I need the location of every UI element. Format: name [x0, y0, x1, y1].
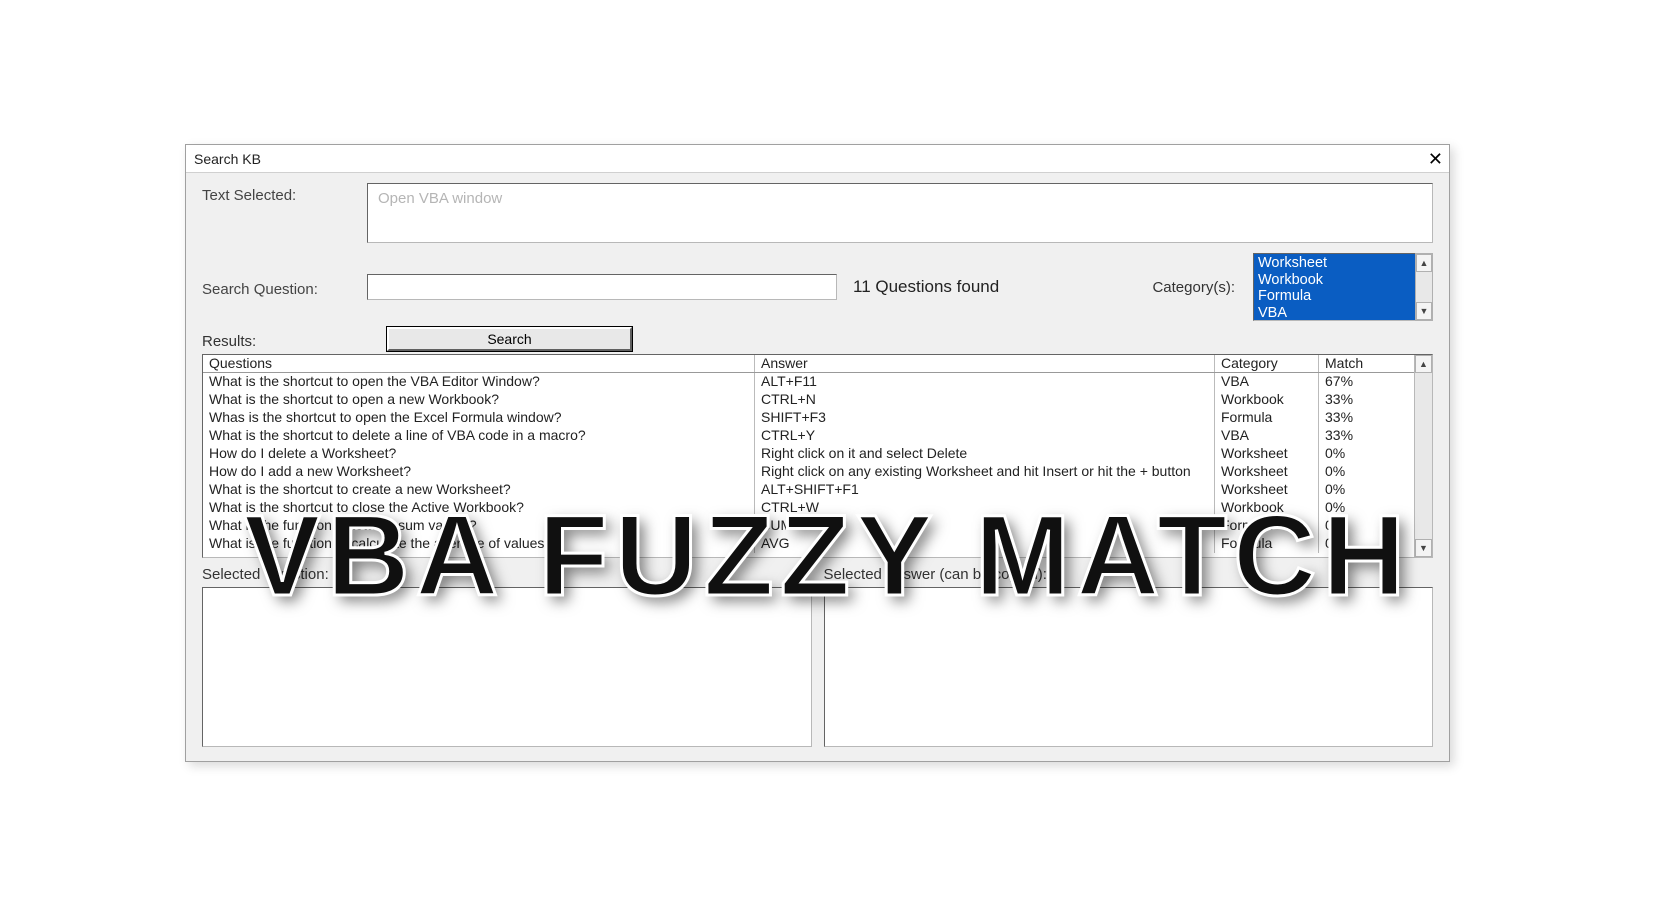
table-row[interactable]: What is the shortcut to open a new Workb… [203, 391, 1432, 409]
cell-m: 67% [1319, 373, 1397, 391]
cell-m: 0% [1319, 499, 1397, 517]
col-header-match[interactable]: Match [1319, 355, 1397, 372]
cell-q: What is the shortcut to open a new Workb… [203, 391, 755, 409]
cell-a: CTRL+Y [755, 427, 1215, 445]
grid-body: What is the shortcut to open the VBA Edi… [203, 373, 1432, 553]
cell-c: Formula [1215, 409, 1319, 427]
cell-a: Right click on it and select Delete [755, 445, 1215, 463]
col-header-category[interactable]: Category [1215, 355, 1319, 372]
cell-c: Worksheet [1215, 463, 1319, 481]
category-scrollbar[interactable]: ▲ ▼ [1415, 253, 1433, 321]
table-row[interactable]: What is the function to calculate the av… [203, 535, 1432, 553]
cell-c: Worksheet [1215, 481, 1319, 499]
selected-answer-label: Selected Answer (can be copied): [824, 566, 1434, 583]
cell-q: What is the shortcut to create a new Wor… [203, 481, 755, 499]
cell-q: How do I delete a Worksheet? [203, 445, 755, 463]
cell-q: Whas is the shortcut to open the Excel F… [203, 409, 755, 427]
cell-c: Workbook [1215, 499, 1319, 517]
search-button[interactable]: Search [387, 327, 632, 351]
scroll-up-icon[interactable]: ▲ [1416, 254, 1432, 272]
cell-c: Formula [1215, 517, 1319, 535]
cell-a: SHIFT+F3 [755, 409, 1215, 427]
dialog-title: Search KB [194, 151, 261, 167]
cell-m: 0% [1319, 463, 1397, 481]
cell-m: 33% [1319, 391, 1397, 409]
cell-c: Formula [1215, 535, 1319, 553]
text-selected-label: Text Selected: [202, 183, 367, 204]
cell-a: AVG [755, 535, 1215, 553]
search-question-input[interactable] [367, 274, 837, 300]
category-listbox[interactable]: Worksheet Workbook Formula VBA [1253, 253, 1433, 321]
scroll-down-icon[interactable]: ▼ [1415, 539, 1432, 557]
col-header-questions[interactable]: Questions [203, 355, 755, 372]
cell-q: What is the function to calculate the av… [203, 535, 755, 553]
cell-m: 33% [1319, 409, 1397, 427]
cell-m: 0% [1319, 481, 1397, 499]
selected-question-label: Selected Question: [202, 566, 812, 583]
text-selected-value: Open VBA window [378, 190, 502, 207]
titlebar: Search KB ✕ [186, 145, 1449, 173]
dialog-content: Text Selected: Open VBA window Search Qu… [186, 173, 1449, 759]
cell-q: What is the shortcut to open the VBA Edi… [203, 373, 755, 391]
scroll-up-icon[interactable]: ▲ [1415, 355, 1432, 373]
table-row[interactable]: How do I add a new Worksheet?Right click… [203, 463, 1432, 481]
grid-scrollbar[interactable]: ▲ ▼ [1414, 355, 1432, 557]
cell-c: Worksheet [1215, 445, 1319, 463]
category-option-vba[interactable]: VBA [1258, 305, 1432, 322]
table-row[interactable]: What is the function to total or sum val… [203, 517, 1432, 535]
cell-m: 0% [1319, 445, 1397, 463]
cell-a: ALT+SHIFT+F1 [755, 481, 1215, 499]
category-list-wrap: Worksheet Workbook Formula VBA ▲ ▼ [1253, 253, 1433, 321]
cell-a: CTRL+W [755, 499, 1215, 517]
category-option-formula[interactable]: Formula [1258, 288, 1432, 305]
results-grid[interactable]: Questions Answer Category Match What is … [202, 354, 1433, 558]
selected-question-box[interactable] [202, 587, 812, 747]
cell-m: 0% [1319, 517, 1397, 535]
questions-found-label: 11 Questions found [853, 277, 999, 297]
selected-answer-box[interactable] [824, 587, 1434, 747]
category-option-workbook[interactable]: Workbook [1258, 272, 1432, 289]
category-option-worksheet[interactable]: Worksheet [1258, 255, 1432, 272]
text-selected-box[interactable]: Open VBA window [367, 183, 1433, 243]
cell-m: 0% [1319, 535, 1397, 553]
close-icon[interactable]: ✕ [1428, 150, 1443, 168]
cell-q: What is the shortcut to close the Active… [203, 499, 755, 517]
search-kb-dialog: Search KB ✕ Text Selected: Open VBA wind… [185, 144, 1450, 762]
table-row[interactable]: How do I delete a Worksheet?Right click … [203, 445, 1432, 463]
cell-m: 33% [1319, 427, 1397, 445]
cell-q: What is the function to total or sum val… [203, 517, 755, 535]
cell-a: SUM [755, 517, 1215, 535]
cell-q: How do I add a new Worksheet? [203, 463, 755, 481]
col-header-answer[interactable]: Answer [755, 355, 1215, 372]
cell-q: What is the shortcut to delete a line of… [203, 427, 755, 445]
table-row[interactable]: Whas is the shortcut to open the Excel F… [203, 409, 1432, 427]
cell-c: VBA [1215, 427, 1319, 445]
table-row[interactable]: What is the shortcut to close the Active… [203, 499, 1432, 517]
cell-c: VBA [1215, 373, 1319, 391]
table-row[interactable]: What is the shortcut to open the VBA Edi… [203, 373, 1432, 391]
cell-a: ALT+F11 [755, 373, 1215, 391]
category-label: Category(s): [1152, 279, 1235, 296]
scroll-down-icon[interactable]: ▼ [1416, 302, 1432, 320]
cell-a: Right click on any existing Worksheet an… [755, 463, 1215, 481]
cell-a: CTRL+N [755, 391, 1215, 409]
table-row[interactable]: What is the shortcut to create a new Wor… [203, 481, 1432, 499]
table-row[interactable]: What is the shortcut to delete a line of… [203, 427, 1432, 445]
cell-c: Workbook [1215, 391, 1319, 409]
grid-header: Questions Answer Category Match [203, 355, 1432, 373]
search-question-label: Search Question: [202, 277, 367, 298]
